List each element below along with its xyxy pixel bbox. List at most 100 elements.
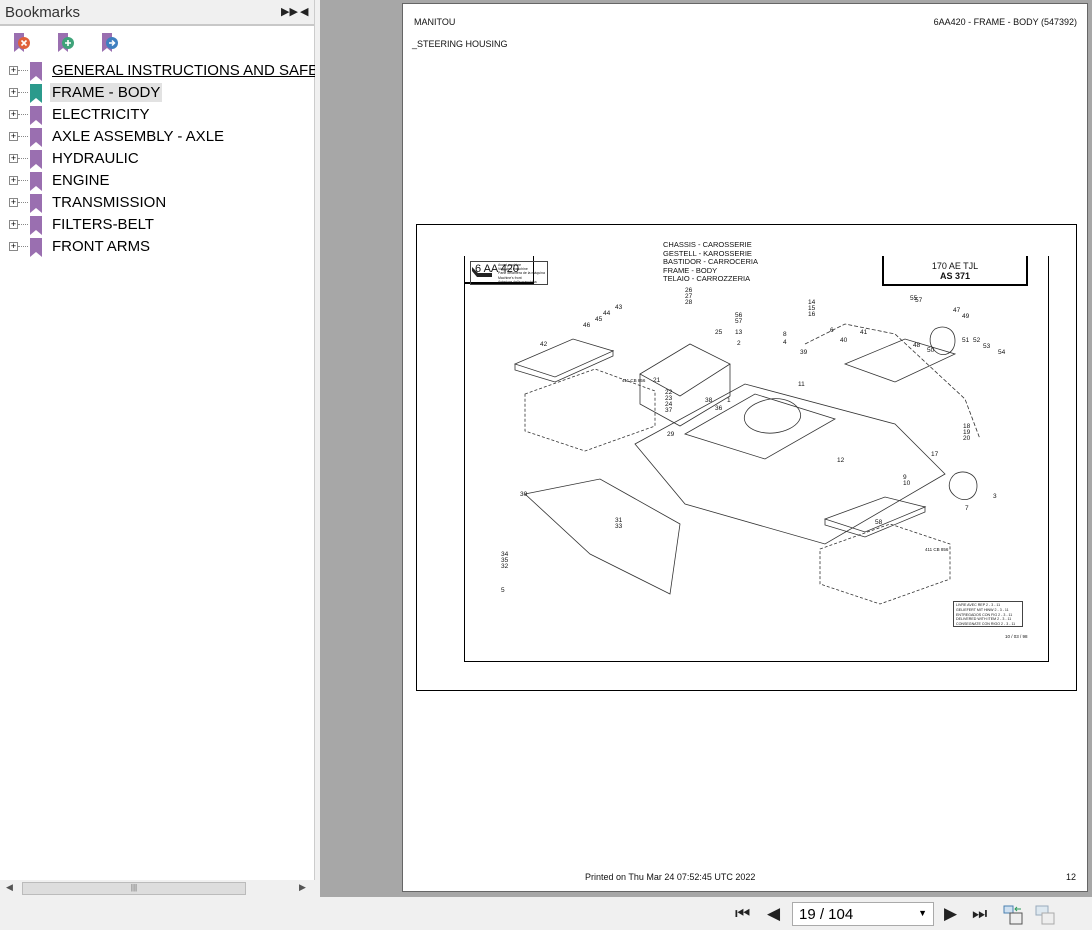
brand: MANITOU [414,17,456,27]
part-callout: 28 [685,299,693,306]
expand-icon[interactable]: + [9,198,18,207]
bookmark-icon [30,84,42,103]
part-callout: 40 [840,337,848,344]
bookmark-icon [30,106,42,125]
expand-icon[interactable]: + [9,242,18,251]
date-code: 10 / 03 / 98 [1005,634,1028,639]
part-callout: 29 [667,431,675,438]
dropdown-arrow-icon[interactable]: ▼ [918,908,927,918]
part-callout: 41 [860,329,868,336]
bookmark-item[interactable]: + HYDRAULIC [0,148,315,170]
previous-page-icon[interactable]: ◀ [767,904,780,924]
part-callout: 2 [737,340,741,347]
tree-connector [18,92,28,93]
part-callout: 4 [783,339,787,346]
tree-connector [18,158,28,159]
tree-connector [18,224,28,225]
document-view: MANITOU 6AA420 - FRAME - BODY (547392) _… [320,0,1092,897]
bookmark-item[interactable]: + AXLE ASSEMBLY - AXLE [0,126,315,148]
last-page-icon[interactable]: ⏭ [972,904,987,924]
section-title: _STEERING HOUSING [412,39,508,49]
part-callout: 54 [998,349,1006,356]
bookmark-label: FRONT ARMS [52,238,151,255]
fit-page-icon[interactable] [1003,905,1023,925]
horizontal-scrollbar[interactable]: ◀ ||| ▶ [0,880,315,897]
part-callout: 58 [875,519,883,526]
part-callout: 46 [583,322,591,329]
note-line: CONSEGNATE CON RIGO 2 - 3 - 11 [956,622,1016,627]
scrollbar-thumb[interactable]: ||| [22,882,246,895]
bookmark-item[interactable]: + ENGINE [0,170,315,192]
part-callout: 13 [735,329,743,336]
delivery-note: LIVRE AVEC REP 2 - 3 - 11 GELIEFERT MIT H… [953,601,1023,627]
go-to-bookmark-icon[interactable] [100,32,120,54]
expand-icon[interactable]: + [9,66,18,75]
part-callout: 1 [727,397,731,404]
expand-panel-icon[interactable]: ▶▶ [281,5,298,18]
part-callout: 44 [603,310,611,317]
bookmark-tree: + GENERAL INSTRUCTIONS AND SAFETY + FRAME -… [0,60,337,258]
part-callout: 20 [963,435,971,442]
page-number-field[interactable]: 19 / 104 ▼ [792,902,934,926]
part-callout: 25 [715,329,723,336]
ref-b: 411 CB 856 [925,547,949,552]
tree-connector [18,180,28,181]
first-page-icon[interactable]: ⏮ [735,904,750,924]
bookmark-item[interactable]: + FILTERS-BELT [0,214,315,236]
page-ref: 6AA420 - FRAME - BODY (547392) [933,17,1077,27]
ref-a: 411 CB 856 [622,378,646,383]
expand-icon[interactable]: + [9,110,18,119]
part-callout: 7 [965,505,969,512]
bookmark-icon [30,172,42,191]
expand-icon[interactable]: + [9,154,18,163]
tree-connector [18,246,28,247]
tree-connector [18,70,28,71]
part-callout: 49 [962,313,970,320]
bookmark-icon [30,194,42,213]
pdf-page: MANITOU 6AA420 - FRAME - BODY (547392) _… [402,3,1088,892]
tree-connector [18,202,28,203]
scroll-right-icon[interactable]: ▶ [299,882,306,893]
part-callout: 16 [808,311,816,318]
expand-icon[interactable]: + [9,88,18,97]
bookmark-label: TRANSMISSION [52,194,167,211]
part-callout: 5 [501,587,505,594]
bookmark-item[interactable]: + TRANSMISSION [0,192,315,214]
add-bookmark-icon[interactable] [56,32,76,54]
bookmark-label: AXLE ASSEMBLY - AXLE [52,128,225,145]
bookmarks-header: Bookmarks ▶▶ ◀ [0,0,314,26]
bookmark-icon [30,238,42,257]
part-callout: 57 [735,318,743,325]
next-page-icon[interactable]: ▶ [944,904,957,924]
part-callout: 33 [615,523,623,530]
tree-connector [18,136,28,137]
legend-line: Parte delantera de la máquina [498,271,545,276]
bookmark-icon [30,216,42,235]
bookmark-item[interactable]: + FRAME - BODY [0,82,315,104]
bookmark-item[interactable]: + ELECTRICITY [0,104,315,126]
delete-bookmark-icon[interactable] [12,32,32,54]
scroll-left-icon[interactable]: ◀ [6,882,13,893]
bookmark-label: FRAME - BODY [50,83,163,102]
collapse-panel-icon[interactable]: ◀ [300,5,308,18]
bookmark-item[interactable]: + GENERAL INSTRUCTIONS AND SAFETY [0,60,337,82]
bookmarks-panel: Bookmarks ▶▶ ◀ + GENERAL INSTRUCTIONS AND… [0,0,337,897]
bookmark-label: GENERAL INSTRUCTIONS AND SAFETY [52,62,338,79]
expand-icon[interactable]: + [9,132,18,141]
part-callout: 45 [595,316,603,323]
part-callout: 6 [830,327,834,334]
bookmark-item[interactable]: + FRONT ARMS [0,236,315,258]
part-callout: 37 [665,407,673,414]
part-callout: 32 [501,563,509,570]
page-number-value: 19 / 104 [799,906,854,923]
part-callout: 3 [993,493,997,500]
bookmark-label: FILTERS-BELT [52,216,154,233]
fit-width-icon[interactable] [1035,905,1055,925]
bookmark-label: ENGINE [52,172,110,189]
expand-icon[interactable]: + [9,176,18,185]
part-callout: 11 [798,381,805,388]
bookmark-toolbar [0,26,314,60]
expand-icon[interactable]: + [9,220,18,229]
part-callout: 53 [983,343,991,350]
part-callout: 50 [927,347,935,354]
